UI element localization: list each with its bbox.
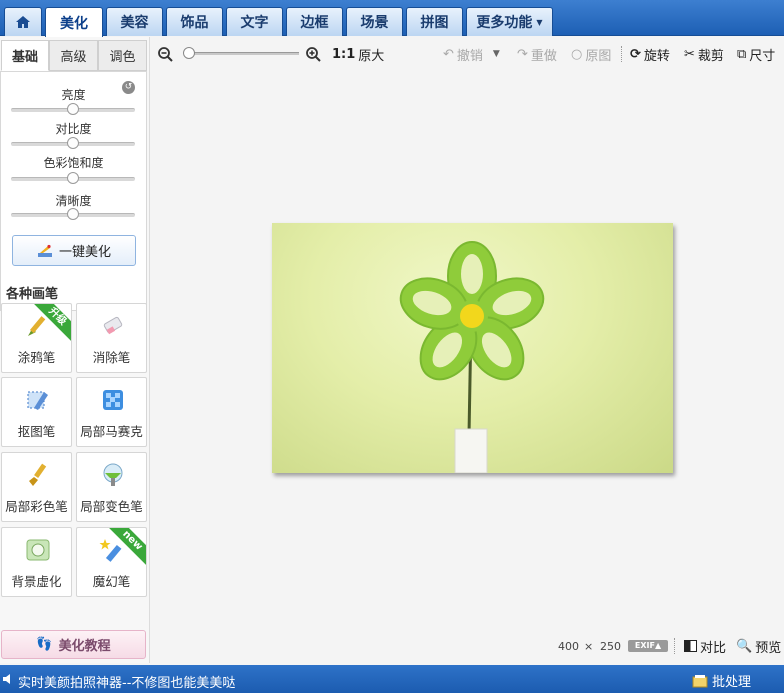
tool-label: 局部变色笔: [80, 499, 143, 514]
cutout-pen-icon: [27, 391, 48, 410]
chevron-down-icon[interactable]: ▼: [493, 49, 500, 59]
footprints-icon: 👣: [36, 637, 53, 652]
brightness-label: 亮度: [61, 88, 86, 102]
compare-icon: [684, 640, 697, 652]
tutorial-button[interactable]: 👣 美化教程: [1, 630, 146, 659]
tab-border[interactable]: 边框: [286, 7, 343, 36]
tab-more-features[interactable]: 更多功能 ▼: [466, 7, 553, 36]
redo-button[interactable]: ↷ 重做: [517, 46, 557, 64]
tab-collage[interactable]: 拼图: [406, 7, 463, 36]
tool-mosaic[interactable]: 局部马赛克: [76, 377, 147, 447]
color-brush-icon: [29, 463, 47, 486]
dimension-separator: ×: [584, 640, 594, 653]
tool-label: 局部彩色笔: [5, 499, 68, 514]
sharpness-slider[interactable]: [11, 208, 135, 220]
zoom-out-icon: [158, 46, 173, 62]
background-blur-icon: [26, 539, 50, 561]
image-height: 250: [600, 640, 621, 653]
tool-label: 抠图笔: [17, 424, 56, 439]
main-tab-bar: 美化 美容 饰品 文字 边框 场景 拼图 更多功能 ▼: [0, 0, 784, 37]
status-message[interactable]: 实时美颜拍照神器--不修图也能美美哒: [18, 672, 235, 691]
tool-background-blur[interactable]: 背景虚化: [1, 527, 72, 597]
tool-graffiti-brush[interactable]: 升级 涂鸦笔: [1, 303, 72, 373]
resize-icon: ⧉: [737, 46, 747, 62]
compare-button[interactable]: 对比: [684, 638, 726, 656]
rotate-button[interactable]: ⟳ 旋转: [630, 46, 670, 64]
tool-label: 魔幻笔: [92, 574, 131, 589]
tab-accessories[interactable]: 饰品: [166, 7, 223, 36]
redo-icon: ↷: [517, 46, 528, 62]
tool-cutout-pen[interactable]: 抠图笔: [1, 377, 72, 447]
contrast-label: 对比度: [55, 122, 92, 136]
tool-recolor-brush[interactable]: 局部变色笔: [76, 452, 147, 522]
tool-label: 消除笔: [92, 350, 131, 365]
preview-icon: 🔍: [736, 638, 753, 654]
batch-process-button[interactable]: 批处理: [692, 671, 751, 690]
crop-button[interactable]: ✂ 裁剪: [684, 46, 724, 64]
image-width: 400: [558, 640, 579, 653]
edited-photo[interactable]: [272, 223, 673, 473]
tool-magic-pen[interactable]: new 魔幻笔: [76, 527, 147, 597]
adjust-panel: ↺ 亮度 对比度 色彩饱和度 清晰度 一键美化: [0, 71, 147, 311]
image-info-bar: 400 × 250 EXIF▲ 对比 🔍 预览: [151, 632, 784, 660]
preview-button[interactable]: 🔍 预览: [736, 638, 781, 656]
saturation-label: 色彩饱和度: [43, 156, 104, 170]
subtab-advanced[interactable]: 高级: [49, 40, 98, 71]
tool-label: 背景虚化: [11, 574, 62, 589]
tool-label: 涂鸦笔: [17, 350, 56, 365]
separator: [674, 638, 675, 654]
eraser-icon: [103, 316, 123, 335]
contrast-slider-knob[interactable]: [67, 137, 79, 149]
zoom-slider[interactable]: [183, 47, 299, 59]
actual-size-button[interactable]: 1:1 原大: [332, 46, 384, 64]
saturation-slider[interactable]: [11, 172, 135, 184]
speaker-icon: [3, 674, 10, 684]
original-icon: ○: [571, 46, 583, 62]
batch-icon: [692, 674, 708, 687]
tool-color-brush[interactable]: 局部彩色笔: [1, 452, 72, 522]
sharpness-label: 清晰度: [55, 194, 92, 208]
zoom-out-button[interactable]: [158, 46, 173, 62]
tab-scene[interactable]: 场景: [346, 7, 403, 36]
resize-button[interactable]: ⧉ 尺寸: [737, 46, 775, 64]
zoom-slider-knob[interactable]: [183, 47, 195, 59]
subtab-basic[interactable]: 基础: [1, 40, 49, 71]
tab-text[interactable]: 文字: [226, 7, 283, 36]
subtab-color[interactable]: 调色: [98, 40, 147, 71]
home-icon: [16, 16, 30, 28]
tab-beauty[interactable]: 美容: [106, 7, 163, 36]
auto-beautify-button[interactable]: 一键美化: [12, 235, 136, 266]
brushes-section-title: 各种画笔: [6, 287, 59, 302]
brightness-slider-knob[interactable]: [67, 103, 79, 115]
tab-home[interactable]: [4, 7, 42, 36]
undo-button[interactable]: ↶ 撤销 ▼: [443, 46, 500, 64]
exif-button[interactable]: EXIF▲: [628, 640, 668, 652]
undo-icon: ↶: [443, 46, 454, 62]
chevron-down-icon: ▼: [536, 17, 543, 27]
status-bar: 实时美颜拍照神器--不修图也能美美哒 批处理: [0, 665, 784, 693]
image-toolbar: 1:1 原大 ↶ 撤销 ▼ ↷ 重做 ○ 原图 ⟳ 旋转 ✂ 裁剪 ⧉ 尺寸: [151, 37, 784, 71]
tool-eraser[interactable]: 消除笔: [76, 303, 147, 373]
recolor-brush-icon: [103, 463, 123, 486]
original-button[interactable]: ○ 原图: [571, 46, 611, 64]
zoom-in-icon: [306, 46, 321, 62]
flower-photo: [399, 241, 545, 473]
brightness-slider[interactable]: [11, 103, 135, 115]
zoom-in-button[interactable]: [306, 46, 321, 62]
separator: [621, 46, 622, 62]
tab-beautify[interactable]: 美化: [45, 7, 103, 37]
sharpness-slider-knob[interactable]: [67, 208, 79, 220]
mosaic-icon: [103, 390, 123, 410]
image-canvas: [151, 72, 784, 628]
left-panel: 基础 高级 调色 ↺ 亮度 对比度 色彩饱和度 清晰度 一键美化 各种画笔 升级…: [0, 37, 150, 663]
tool-label: 局部马赛克: [80, 424, 143, 439]
contrast-slider[interactable]: [11, 137, 135, 149]
rotate-icon: ⟳: [630, 46, 641, 62]
magic-wand-icon: [37, 244, 52, 257]
saturation-slider-knob[interactable]: [67, 172, 79, 184]
scissors-icon: ✂: [684, 46, 695, 62]
